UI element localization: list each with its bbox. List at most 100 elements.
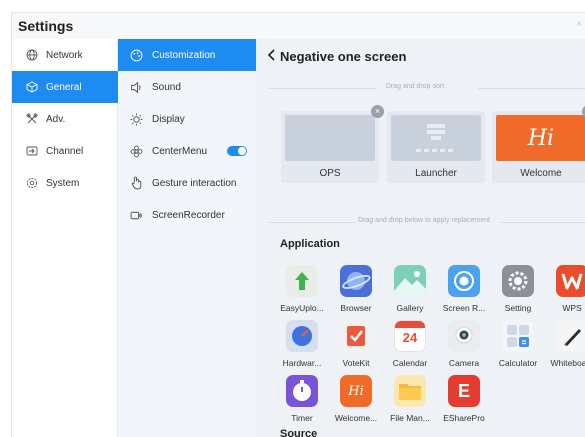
eshare-icon-text: E (457, 380, 470, 401)
subnav-gesture[interactable]: Gesture interaction (118, 167, 256, 199)
app-hardware[interactable]: Hardwar... (275, 320, 329, 372)
app-file-manager[interactable]: File Man... (383, 375, 437, 427)
app-label: Calculator (498, 358, 538, 368)
gear-icon (502, 265, 534, 297)
replacement-hint: Drag and drop below to apply replacement (358, 217, 490, 224)
launcher-thumbnail (391, 115, 481, 161)
app-screen-recorder[interactable]: Screen R... (437, 265, 491, 317)
app-label: File Man... (390, 413, 430, 423)
sun-icon (130, 113, 143, 125)
app-easyupload[interactable]: EasyUplo... (275, 265, 329, 317)
folder-icon (394, 375, 426, 407)
replacement-divider: Drag and drop below to apply replacement (268, 217, 585, 227)
input-icon (26, 146, 38, 156)
nav-network[interactable]: Network (12, 39, 118, 71)
pen-icon (556, 320, 585, 352)
nav-general[interactable]: General (12, 71, 118, 103)
record-icon (448, 265, 480, 297)
flower-icon (130, 145, 143, 157)
source-heading: Source (280, 428, 318, 437)
app-wps[interactable]: WPS (545, 265, 585, 317)
subnav-label: Display (152, 113, 185, 125)
app-calendar[interactable]: 24 Calendar (383, 320, 437, 372)
tools-icon (26, 113, 38, 124)
app-label: Screen R... (442, 303, 486, 313)
welcome-icon-text: Hi (348, 383, 364, 399)
back-arrow-icon[interactable] (267, 48, 277, 62)
subnav-label: Customization (152, 49, 216, 61)
app-label: WPS (562, 303, 582, 313)
subnav-screenrecorder[interactable]: ScreenRecorder (118, 199, 256, 231)
app-calculator[interactable]: Calculator (491, 320, 545, 372)
subnav-label: CenterMenu (152, 145, 208, 157)
subnav-sound[interactable]: Sound (118, 71, 256, 103)
app-label: Calendar (392, 358, 428, 368)
palette-icon (130, 49, 143, 61)
close-icon[interactable]: × (576, 19, 582, 30)
subnav-display[interactable]: Display (118, 103, 256, 135)
drag-sort-divider: Drag and drop sort (268, 83, 585, 93)
hi-icon: Hi (340, 375, 372, 407)
app-timer[interactable]: Timer (275, 375, 329, 427)
app-votekit[interactable]: VoteKit (329, 320, 383, 372)
app-esharepro[interactable]: E ESharePro (437, 375, 491, 427)
main-panel: Negative one screen Drag and drop sort ×… (256, 39, 585, 437)
app-label: Camera (448, 358, 480, 368)
camera-icon (448, 320, 480, 352)
subnav-label: ScreenRecorder (152, 209, 225, 221)
subnav-centermenu[interactable]: CenterMenu (118, 135, 256, 167)
application-heading: Application (280, 238, 340, 250)
app-label: Gallery (396, 303, 424, 313)
card-label: OPS (319, 168, 341, 179)
app-label: Whiteboa... (550, 358, 585, 368)
card-welcome[interactable]: Hi × Welcome (492, 105, 585, 183)
speaker-icon (131, 81, 141, 93)
card-launcher[interactable]: Launcher (387, 111, 485, 183)
planet-icon (340, 265, 372, 297)
card-ops[interactable]: × OPS (281, 105, 384, 183)
app-label: VoteKit (342, 358, 370, 368)
welcome-thumb-text: Hi (527, 125, 555, 151)
nav-label: System (46, 177, 80, 189)
drag-sort-hint: Drag and drop sort (385, 83, 445, 90)
app-label: EasyUplo... (280, 303, 324, 313)
gauge-icon (286, 320, 318, 352)
hand-icon (131, 176, 142, 190)
centermenu-toggle[interactable] (227, 146, 247, 156)
nav-system[interactable]: System (12, 167, 118, 199)
nav-label: Channel (46, 145, 84, 157)
card-label: Launcher (415, 168, 457, 179)
app-label: Timer (291, 413, 313, 423)
subnav-label: Sound (152, 81, 181, 93)
app-setting[interactable]: Setting (491, 265, 545, 317)
nav-channel[interactable]: Channel (12, 135, 118, 167)
app-gallery[interactable]: Gallery (383, 265, 437, 317)
launcher-preview-icon (416, 124, 453, 152)
settings-window: Settings × Network General Adv. Channel … (11, 12, 585, 437)
globe-icon (26, 49, 38, 61)
title-bar: Settings × (12, 13, 585, 39)
mountain-icon (394, 265, 426, 297)
nav-adv[interactable]: Adv. (12, 103, 118, 135)
ops-thumbnail (285, 115, 375, 161)
card-label: Welcome (520, 168, 562, 179)
primary-sidebar: Network General Adv. Channel System (12, 39, 118, 437)
app-whiteboard[interactable]: Whiteboa... (545, 320, 585, 372)
app-label: Hardwar... (282, 358, 322, 368)
nav-label: General (46, 81, 82, 93)
cube-icon (26, 81, 38, 93)
app-browser[interactable]: Browser (329, 265, 383, 317)
app-label: Welcome... (334, 413, 378, 423)
secondary-sidebar: Customization Sound Display CenterMenu G… (118, 39, 256, 437)
upload-icon (286, 265, 318, 297)
gear-icon (26, 177, 38, 189)
remove-card-icon[interactable]: × (371, 105, 384, 118)
welcome-thumbnail: Hi (496, 115, 585, 161)
app-label: Browser (340, 303, 372, 313)
subnav-customization[interactable]: Customization (118, 39, 256, 71)
app-camera[interactable]: Camera (437, 320, 491, 372)
window-title: Settings (18, 18, 74, 34)
calendar-day: 24 (402, 330, 418, 345)
calendar-icon: 24 (394, 320, 426, 352)
app-welcome[interactable]: Hi Welcome... (329, 375, 383, 427)
